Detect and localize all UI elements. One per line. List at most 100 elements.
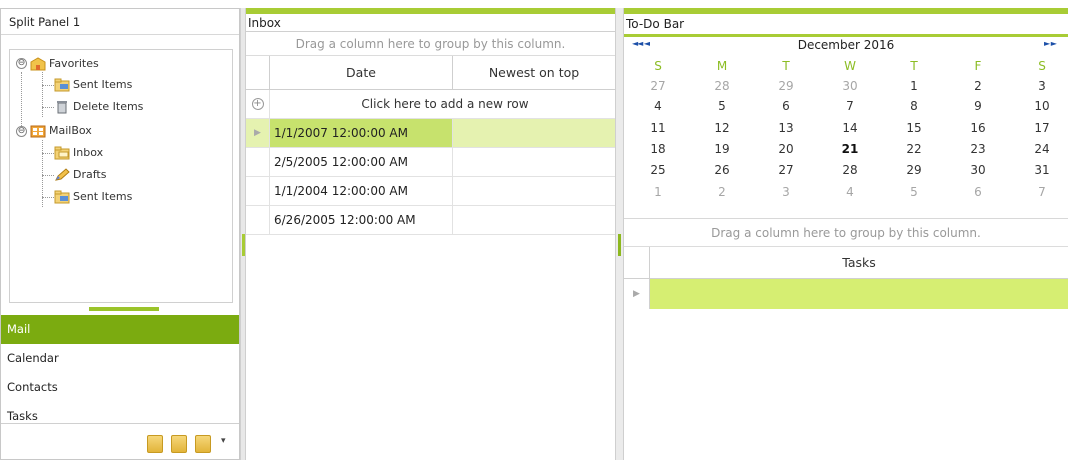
header-indicator-cell [624, 247, 650, 279]
tree-node-sent-items[interactable]: Sent Items [54, 76, 132, 94]
calendar-day[interactable]: 11 [638, 121, 678, 135]
tree-node-drafts[interactable]: Drafts [54, 166, 106, 184]
tree-node-favorites[interactable]: Favorites [30, 55, 99, 73]
tree-node-delete-items[interactable]: Delete Items [54, 98, 143, 116]
calendar-day[interactable]: 25 [638, 163, 678, 177]
calendar-day[interactable]: 16 [958, 121, 998, 135]
calendar-day[interactable]: 8 [894, 99, 934, 113]
calendar-day[interactable]: 28 [830, 163, 870, 177]
table-row[interactable]: ▶ 1/1/2007 12:00:00 AM [246, 119, 615, 148]
column-header-newest[interactable]: Newest on top [453, 56, 615, 90]
task-cell[interactable] [650, 279, 1068, 309]
calendar-day[interactable]: 18 [638, 142, 678, 156]
calendar-day[interactable]: 27 [766, 163, 806, 177]
calendar-day[interactable]: 12 [702, 121, 742, 135]
calendar-day[interactable]: 20 [766, 142, 806, 156]
group-by-area[interactable]: Drag a column here to group by this colu… [624, 219, 1068, 247]
calendar-day[interactable]: 10 [1022, 99, 1062, 113]
table-row[interactable]: 1/1/2004 12:00:00 AM [246, 177, 615, 206]
splitter-right[interactable] [616, 8, 624, 460]
cell-newest[interactable] [453, 148, 616, 176]
cell-newest[interactable] [453, 119, 616, 147]
cell-newest[interactable] [453, 206, 616, 234]
calendar-day-of-week: W [844, 59, 856, 73]
tree-node-label: Favorites [49, 57, 99, 70]
calendar-day[interactable]: 5 [702, 99, 742, 113]
nav-item-contacts[interactable]: Contacts [1, 373, 239, 402]
calendar-day[interactable]: 21 [830, 142, 870, 156]
calendar-day[interactable]: 22 [894, 142, 934, 156]
row-indicator-icon: ▶ [246, 119, 270, 147]
splitter-grip[interactable] [618, 234, 621, 256]
calendar-day[interactable]: 14 [830, 121, 870, 135]
cell-newest[interactable] [453, 177, 616, 205]
tree-line [42, 197, 54, 198]
row-indicator [246, 148, 270, 176]
folder-mini-icon[interactable] [147, 435, 163, 453]
tree-node-label: MailBox [49, 124, 92, 137]
calendar-day[interactable]: 6 [766, 99, 806, 113]
cell-date[interactable]: 1/1/2007 12:00:00 AM [270, 119, 453, 147]
folder-mini-icon[interactable] [171, 435, 187, 453]
calendar-day[interactable]: 23 [958, 142, 998, 156]
column-header-date[interactable]: Date [270, 56, 453, 90]
calendar-day[interactable]: 5 [894, 185, 934, 199]
calendar-day[interactable]: 4 [830, 185, 870, 199]
calendar-day[interactable]: 7 [1022, 185, 1062, 199]
calendar-next-icon[interactable]: ► ► [1044, 39, 1057, 48]
calendar-day[interactable]: 2 [702, 185, 742, 199]
calendar-day[interactable]: 19 [702, 142, 742, 156]
tree-node-inbox[interactable]: Inbox [54, 144, 103, 162]
folder-tree: ⊖ Favorites Sent Items Delete Items ⊖ Ma… [9, 49, 233, 303]
calendar-day[interactable]: 4 [638, 99, 678, 113]
calendar-day[interactable]: 30 [830, 79, 870, 93]
calendar-day[interactable]: 17 [1022, 121, 1062, 135]
inbox-caption: Inbox [246, 14, 615, 32]
tasks-grid-header: Tasks [624, 247, 1068, 279]
navbar-splitter-grip[interactable] [89, 307, 159, 311]
tree-node-sent-items-mailbox[interactable]: Sent Items [54, 188, 132, 206]
folder-mini-icon[interactable] [195, 435, 211, 453]
row-indicator [246, 206, 270, 234]
calendar-day[interactable]: 24 [1022, 142, 1062, 156]
calendar-day[interactable]: 29 [894, 163, 934, 177]
calendar-day[interactable]: 3 [766, 185, 806, 199]
nav-item-calendar[interactable]: Calendar [1, 344, 239, 373]
calendar-day[interactable]: 15 [894, 121, 934, 135]
column-header-tasks[interactable]: Tasks [650, 247, 1068, 279]
table-row[interactable]: 6/26/2005 12:00:00 AM [246, 206, 615, 235]
todo-bar-panel: To-Do Bar ◄◄ ◄ December 2016 ► ► S M T W T F S… [624, 8, 1068, 460]
table-row[interactable]: 2/5/2005 12:00:00 AM [246, 148, 615, 177]
add-row-label[interactable]: Click here to add a new row [270, 90, 616, 118]
calendar-day[interactable]: 1 [894, 79, 934, 93]
calendar-day[interactable]: 28 [702, 79, 742, 93]
calendar-day[interactable]: 2 [958, 79, 998, 93]
inbox-panel: Inbox Drag a column here to group by thi… [246, 8, 616, 460]
nav-item-mail[interactable]: Mail [1, 315, 239, 344]
calendar-day[interactable]: 13 [766, 121, 806, 135]
todo-caption: To-Do Bar [626, 17, 685, 31]
cell-date[interactable]: 1/1/2004 12:00:00 AM [270, 177, 453, 205]
calendar-day[interactable]: 3 [1022, 79, 1062, 93]
calendar-day[interactable]: 26 [702, 163, 742, 177]
add-new-row[interactable]: + Click here to add a new row [246, 90, 615, 119]
calendar-day[interactable]: 9 [958, 99, 998, 113]
cell-date[interactable]: 6/26/2005 12:00:00 AM [270, 206, 453, 234]
calendar-day[interactable]: 7 [830, 99, 870, 113]
collapse-toggle-favorites[interactable]: ⊖ [16, 58, 27, 69]
table-row[interactable]: ▶ [624, 279, 1068, 309]
overflow-menu-icon[interactable]: ▾ [221, 436, 226, 446]
calendar-day[interactable]: 31 [1022, 163, 1062, 177]
tree-node-label: Sent Items [73, 78, 133, 91]
calendar-day[interactable]: 29 [766, 79, 806, 93]
splitter-grip[interactable] [242, 234, 245, 256]
collapse-toggle-mailbox[interactable]: ⊖ [16, 126, 27, 137]
tree-node-mailbox[interactable]: MailBox [30, 122, 92, 140]
calendar-day[interactable]: 30 [958, 163, 998, 177]
calendar-day[interactable]: 6 [958, 185, 998, 199]
calendar-day[interactable]: 27 [638, 79, 678, 93]
calendar-day[interactable]: 1 [638, 185, 678, 199]
calendar-month-title: December 2016 [797, 38, 895, 52]
group-by-area[interactable]: Drag a column here to group by this colu… [246, 32, 615, 56]
cell-date[interactable]: 2/5/2005 12:00:00 AM [270, 148, 453, 176]
